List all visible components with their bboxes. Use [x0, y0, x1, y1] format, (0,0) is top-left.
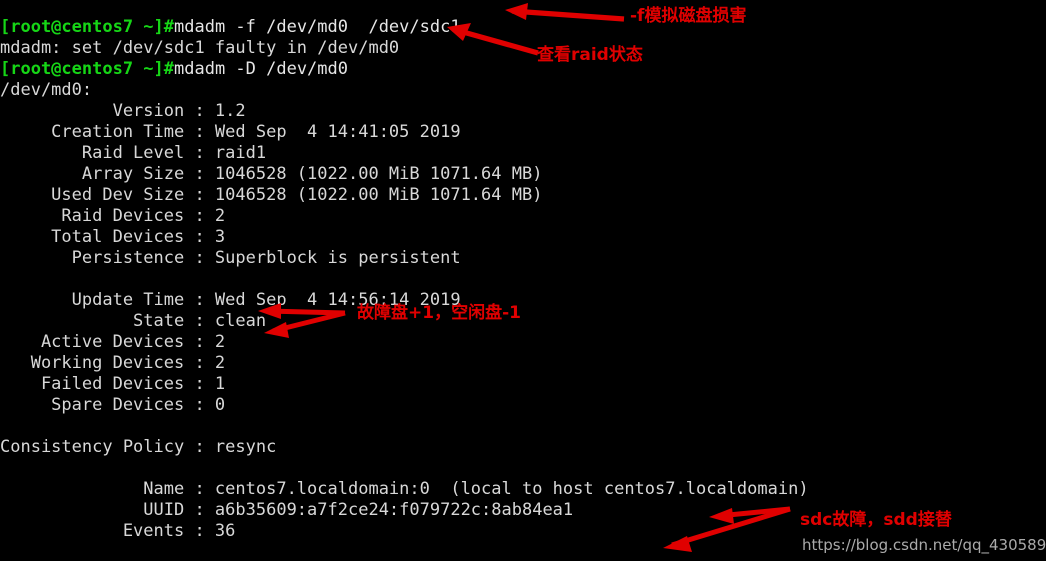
terminal-output-line: Update Time : Wed Sep 4 14:56:14 2019	[0, 290, 1046, 311]
shell-output: Failed Devices : 1	[0, 374, 226, 394]
terminal-output-line: Creation Time : Wed Sep 4 14:41:05 2019	[0, 122, 1046, 143]
terminal-output-line: Array Size : 1046528 (1022.00 MiB 1071.6…	[0, 164, 1046, 185]
shell-output: Consistency Policy : resync	[0, 437, 277, 457]
terminal-output-line: /dev/md0:	[0, 80, 1046, 101]
shell-output: Working Devices : 2	[0, 353, 226, 373]
terminal-screen: [root@centos7 ~]#mdadm -f /dev/md0 /dev/…	[0, 0, 1046, 561]
shell-output: /dev/md0:	[0, 80, 93, 100]
terminal-output-line: Working Devices : 2	[0, 353, 1046, 374]
terminal-output-line: Consistency Policy : resync	[0, 437, 1046, 458]
shell-output: Events : 36	[0, 521, 236, 541]
shell-output: Raid Level : raid1	[0, 143, 267, 163]
shell-output: Total Devices : 3	[0, 227, 226, 247]
terminal-output-line: Events : 36	[0, 521, 1046, 542]
terminal-output-line: Name : centos7.localdomain:0 (local to h…	[0, 479, 1046, 500]
shell-prompt: [root@centos7 ~]#	[0, 17, 174, 37]
shell-output: Spare Devices : 0	[0, 395, 226, 415]
terminal-output-line: State : clean	[0, 311, 1046, 332]
terminal-output-line: mdadm: set /dev/sdc1 faulty in /dev/md0	[0, 38, 1046, 59]
terminal-output[interactable]: [root@centos7 ~]#mdadm -f /dev/md0 /dev/…	[0, 17, 1046, 561]
terminal-output-line: Raid Level : raid1	[0, 143, 1046, 164]
shell-output: mdadm: set /dev/sdc1 faulty in /dev/md0	[0, 38, 400, 58]
terminal-output-line: Failed Devices : 1	[0, 374, 1046, 395]
shell-output: Update Time : Wed Sep 4 14:56:14 2019	[0, 290, 461, 310]
shell-output: Creation Time : Wed Sep 4 14:41:05 2019	[0, 122, 461, 142]
terminal-command-line: [root@centos7 ~]#mdadm -D /dev/md0	[0, 59, 1046, 80]
shell-output: Used Dev Size : 1046528 (1022.00 MiB 107…	[0, 185, 543, 205]
shell-output: UUID : a6b35609:a7f2ce24:f079722c:8ab84e…	[0, 500, 574, 520]
terminal-output-line: Persistence : Superblock is persistent	[0, 248, 1046, 269]
shell-prompt: [root@centos7 ~]#	[0, 59, 174, 79]
shell-output: Name : centos7.localdomain:0 (local to h…	[0, 479, 809, 499]
shell-output: State : clean	[0, 311, 267, 331]
shell-output: Raid Devices : 2	[0, 206, 226, 226]
shell-output: Persistence : Superblock is persistent	[0, 248, 461, 268]
terminal-command-line: [root@centos7 ~]#mdadm -f /dev/md0 /dev/…	[0, 17, 1046, 38]
shell-output: Active Devices : 2	[0, 332, 226, 352]
terminal-output-line: Active Devices : 2	[0, 332, 1046, 353]
terminal-output-line: Spare Devices : 0	[0, 395, 1046, 416]
shell-output: Version : 1.2	[0, 101, 246, 121]
terminal-output-line: Version : 1.2	[0, 101, 1046, 122]
terminal-output-line: UUID : a6b35609:a7f2ce24:f079722c:8ab84e…	[0, 500, 1046, 521]
terminal-output-line: Used Dev Size : 1046528 (1022.00 MiB 107…	[0, 185, 1046, 206]
shell-command: mdadm -D /dev/md0	[174, 59, 348, 79]
shell-output: Array Size : 1046528 (1022.00 MiB 1071.6…	[0, 164, 543, 184]
terminal-output-line: Total Devices : 3	[0, 227, 1046, 248]
shell-command: mdadm -f /dev/md0 /dev/sdc1	[174, 17, 461, 37]
terminal-output-line: Raid Devices : 2	[0, 206, 1046, 227]
